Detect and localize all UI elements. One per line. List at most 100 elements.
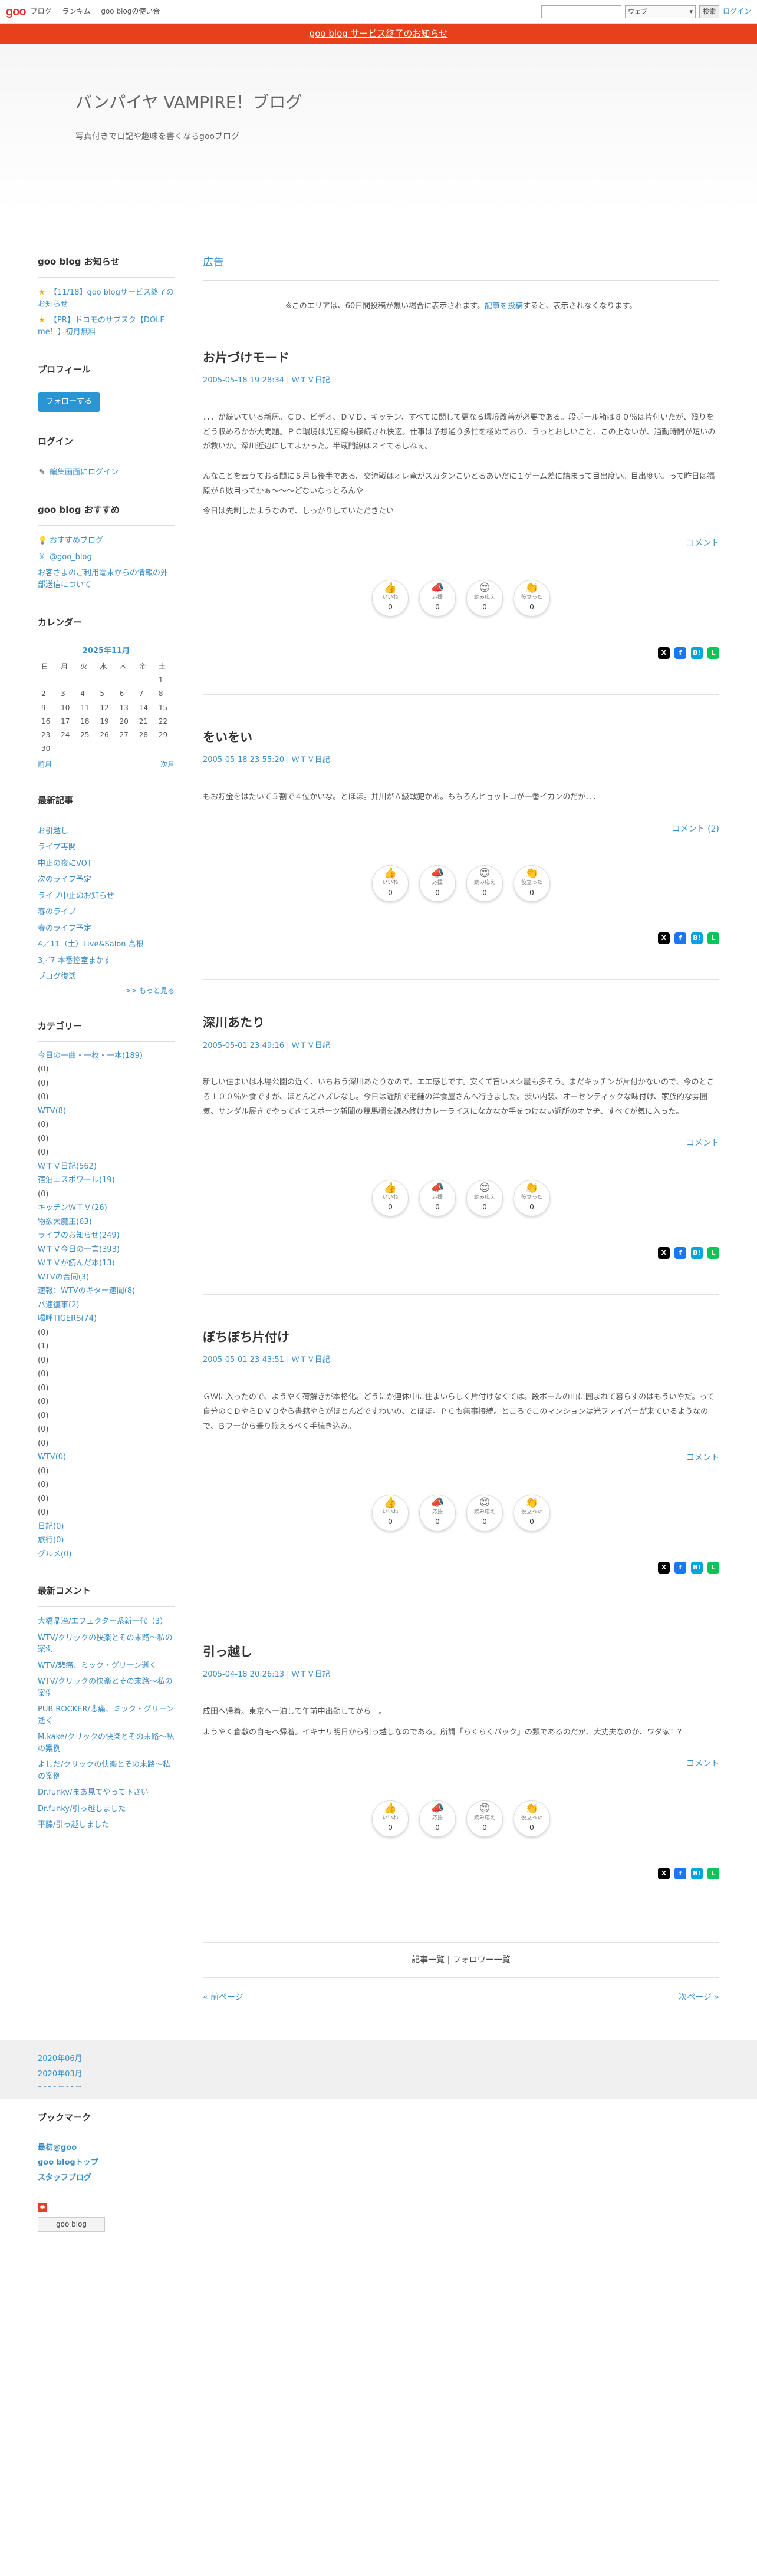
category-item[interactable]: ＷＴＶ今日の一言(393): [38, 1243, 175, 1257]
reaction-button[interactable]: 📣 応援 0: [419, 1179, 456, 1216]
reaction-button[interactable]: 📣 応援 0: [419, 579, 456, 616]
category-item[interactable]: (0): [38, 1478, 175, 1492]
category-item[interactable]: (0): [38, 1118, 175, 1132]
category-item[interactable]: (0): [38, 1423, 175, 1437]
recent-comment-link[interactable]: WTV/クリックの快楽とその末路〜私の案例: [38, 1677, 173, 1698]
editor-login-link[interactable]: 編集画面にログイン: [50, 468, 119, 477]
hatena-share-icon[interactable]: B!: [691, 932, 703, 944]
category-item[interactable]: (0): [38, 1063, 175, 1077]
category-item[interactable]: グルメ(0): [38, 1548, 175, 1562]
category-item[interactable]: 今日の一曲・一枚・一本(189): [38, 1049, 175, 1063]
post-meta[interactable]: 2005-05-18 23:55:20 | ＷＴＶ日記: [203, 754, 719, 767]
post-meta[interactable]: 2005-04-18 20:26:13 | ＷＴＶ日記: [203, 1669, 719, 1681]
category-item[interactable]: WTV(8): [38, 1104, 175, 1119]
facebook-share-icon[interactable]: f: [674, 647, 686, 659]
x-share-icon[interactable]: X: [658, 1867, 670, 1879]
category-item[interactable]: 喝呼TIGERS(74): [38, 1312, 175, 1326]
recent-post-link[interactable]: ライブ再開: [38, 843, 76, 852]
recent-post-link[interactable]: 春のライブ: [38, 908, 76, 916]
recent-post-link[interactable]: ライブ中止のお知らせ: [38, 892, 114, 901]
post-article-link[interactable]: 記事を投稿: [485, 302, 523, 311]
category-item[interactable]: (0): [38, 1381, 175, 1396]
hatena-share-icon[interactable]: B!: [691, 1246, 703, 1259]
category-item[interactable]: (0): [38, 1437, 175, 1451]
reaction-button[interactable]: 😍 読み応え 0: [466, 865, 503, 902]
category-item[interactable]: 日記(0): [38, 1520, 175, 1534]
category-item[interactable]: WTVの合同(3): [38, 1271, 175, 1285]
facebook-share-icon[interactable]: f: [674, 1867, 686, 1879]
recent-comment-link[interactable]: WTV/悲痛、ミック・グリーン逝く: [38, 1661, 157, 1670]
comment-link[interactable]: コメント: [203, 537, 719, 550]
x-share-icon[interactable]: X: [658, 932, 670, 944]
top-link-blog[interactable]: ブログ: [31, 7, 52, 15]
category-item[interactable]: (0): [38, 1077, 175, 1091]
reaction-button[interactable]: 😍 読み応え 0: [466, 1494, 503, 1531]
list-links[interactable]: 記事一覧 | フォロワー一覧: [203, 1942, 719, 1978]
comment-link[interactable]: コメント: [203, 1137, 719, 1150]
x-share-icon[interactable]: X: [658, 1246, 670, 1259]
news-item[interactable]: 【PR】ドコモのサブスク【DOLF me！】初月無料: [38, 316, 164, 337]
recent-comment-link[interactable]: M.kake/クリックの快楽とその末路〜私の案例: [38, 1733, 175, 1753]
login-link[interactable]: ログイン: [723, 6, 751, 17]
external-transmission-link[interactable]: お客さまのご利用端末からの情報の外部送信について: [38, 569, 168, 589]
category-item[interactable]: 速報：WTVのギター速聞(8): [38, 1284, 175, 1298]
search-button[interactable]: 検索: [699, 5, 719, 18]
category-item[interactable]: ＷＴＶ日記(562): [38, 1160, 175, 1174]
reaction-button[interactable]: 😍 読み応え 0: [466, 579, 503, 616]
search-scope-select[interactable]: ウェブ ▾: [624, 5, 696, 18]
next-page-link[interactable]: 次ページ »: [679, 1991, 719, 2004]
recent-post-link[interactable]: 3／7 本番控室まかす: [38, 956, 111, 965]
reaction-button[interactable]: 👏 役立った 0: [514, 1179, 550, 1216]
goo-blog-twitter-link[interactable]: @goo_blog: [50, 553, 92, 562]
category-item[interactable]: (0): [38, 1354, 175, 1368]
recent-comment-link[interactable]: 大橋晶治/エフェクター系新一代（3）: [38, 1617, 167, 1626]
reaction-button[interactable]: 😍 読み応え 0: [466, 1800, 503, 1837]
recent-comment-link[interactable]: よしだ/クリックの快楽とその末路〜私の案例: [38, 1760, 170, 1781]
post-title[interactable]: お片づけモード: [203, 348, 719, 368]
comment-link[interactable]: コメント: [203, 1452, 719, 1465]
recent-post-link[interactable]: 春のライブ予定: [38, 924, 91, 933]
category-item[interactable]: (0): [38, 1367, 175, 1381]
category-item[interactable]: (0): [38, 1465, 175, 1479]
category-item[interactable]: (0): [38, 1090, 175, 1104]
recent-post-link[interactable]: 次のライブ予定: [38, 875, 91, 884]
hatena-share-icon[interactable]: B!: [691, 647, 703, 659]
reaction-button[interactable]: 👏 役立った 0: [514, 1800, 550, 1837]
reaction-button[interactable]: 📣 応援 0: [419, 1800, 456, 1837]
post-title[interactable]: ぼちぼち片付け: [203, 1328, 719, 1348]
recent-comment-link[interactable]: 平藤/引っ越しました: [38, 1820, 109, 1829]
line-share-icon[interactable]: L: [707, 1561, 719, 1574]
reaction-button[interactable]: 👍 いいね 0: [372, 1800, 409, 1837]
recent-post-link[interactable]: 4／11（土）Live&Salon 島根: [38, 940, 144, 949]
post-title[interactable]: 深川あたり: [203, 1013, 719, 1033]
recent-comment-link[interactable]: PUB ROCKER/悲痛、ミック・グリーン逝く: [38, 1705, 174, 1726]
recommend-blogs-link[interactable]: おすすめブログ: [50, 536, 103, 545]
post-meta[interactable]: 2005-05-18 19:28:34 | ＷＴＶ日記: [203, 375, 719, 387]
recent-post-link[interactable]: 中止の夜にVOT: [38, 859, 92, 868]
recent-post-link[interactable]: ブログ復活: [38, 972, 76, 981]
reaction-button[interactable]: 😍 読み応え 0: [466, 1179, 503, 1216]
prev-page-link[interactable]: « 前ページ: [203, 1991, 243, 2004]
comment-link[interactable]: コメント (2): [203, 823, 719, 836]
line-share-icon[interactable]: L: [707, 1867, 719, 1879]
bookmark-link[interactable]: 最初@goo: [38, 2143, 77, 2152]
follow-button[interactable]: フォローする: [38, 392, 101, 412]
bookmark-link[interactable]: スタッフブログ: [38, 2173, 91, 2182]
post-title[interactable]: 引っ越し: [203, 1642, 719, 1663]
goo-logo[interactable]: goo: [6, 2, 27, 21]
service-end-notice[interactable]: goo blog サービス終了のお知らせ: [0, 24, 757, 44]
category-item[interactable]: (0): [38, 1395, 175, 1409]
hatena-share-icon[interactable]: B!: [691, 1867, 703, 1879]
line-share-icon[interactable]: L: [707, 647, 719, 659]
category-item[interactable]: (0): [38, 1409, 175, 1423]
reaction-button[interactable]: 👏 役立った 0: [514, 865, 550, 902]
rss-icon[interactable]: ◉: [38, 2203, 47, 2213]
reaction-button[interactable]: 👍 いいね 0: [372, 1494, 409, 1531]
top-link-ranking[interactable]: ランキム: [62, 7, 91, 15]
reaction-button[interactable]: 👍 いいね 0: [372, 865, 409, 902]
x-share-icon[interactable]: X: [658, 647, 670, 659]
news-item[interactable]: 【11/18】goo blogサービス終了のお知らせ: [38, 288, 174, 309]
post-title[interactable]: をいをい: [203, 728, 719, 748]
category-item[interactable]: (1): [38, 1340, 175, 1354]
x-share-icon[interactable]: X: [658, 1561, 670, 1574]
